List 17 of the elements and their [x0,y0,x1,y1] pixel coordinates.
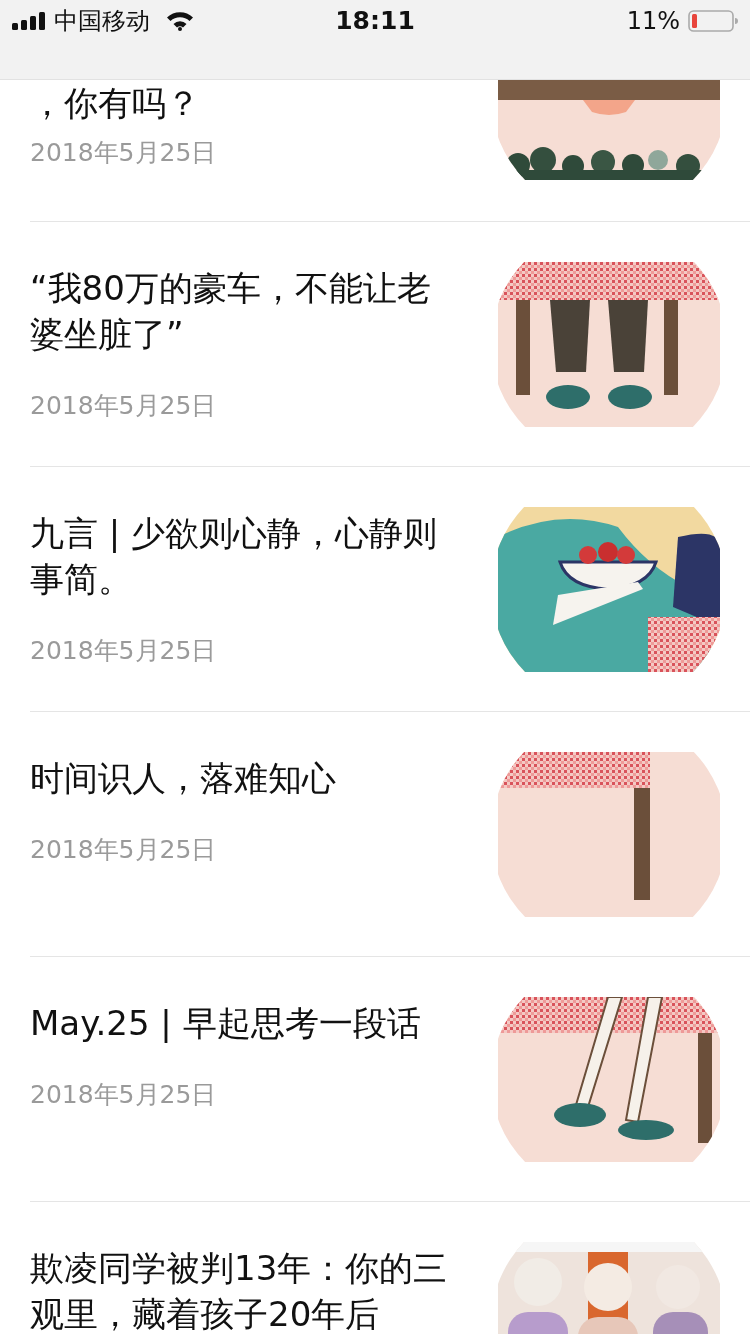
article-date: 2018年5月25日 [30,1080,218,1110]
carrier-name: 中国移动 [54,6,150,37]
article-date: 2018年5月25日 [30,835,218,865]
article-date: 2018年5月25日 [30,138,218,168]
clock-time: 18:11 [334,6,416,36]
article-title[interactable]: “我80万的豪车，不能让老婆坐脏了” [30,265,455,357]
wifi-icon [166,11,194,31]
battery-percent: 11% [626,7,680,35]
signal-icon [12,12,46,30]
battery-icon [688,10,738,32]
article-title[interactable]: 九言 | 少欲则心静，心静则事简。 [30,510,455,602]
article-title[interactable]: 欺凌同学被判13年：你的三观里，藏着孩子20年后 [30,1245,455,1334]
article-date: 2018年5月25日 [30,391,218,421]
article-date: 2018年5月25日 [30,636,218,666]
article-title[interactable]: ，你有吗？ [30,80,455,126]
article-title[interactable]: May.25 | 早起思考一段话 [30,1000,455,1046]
article-title[interactable]: 时间识人，落难知心 [30,755,455,801]
